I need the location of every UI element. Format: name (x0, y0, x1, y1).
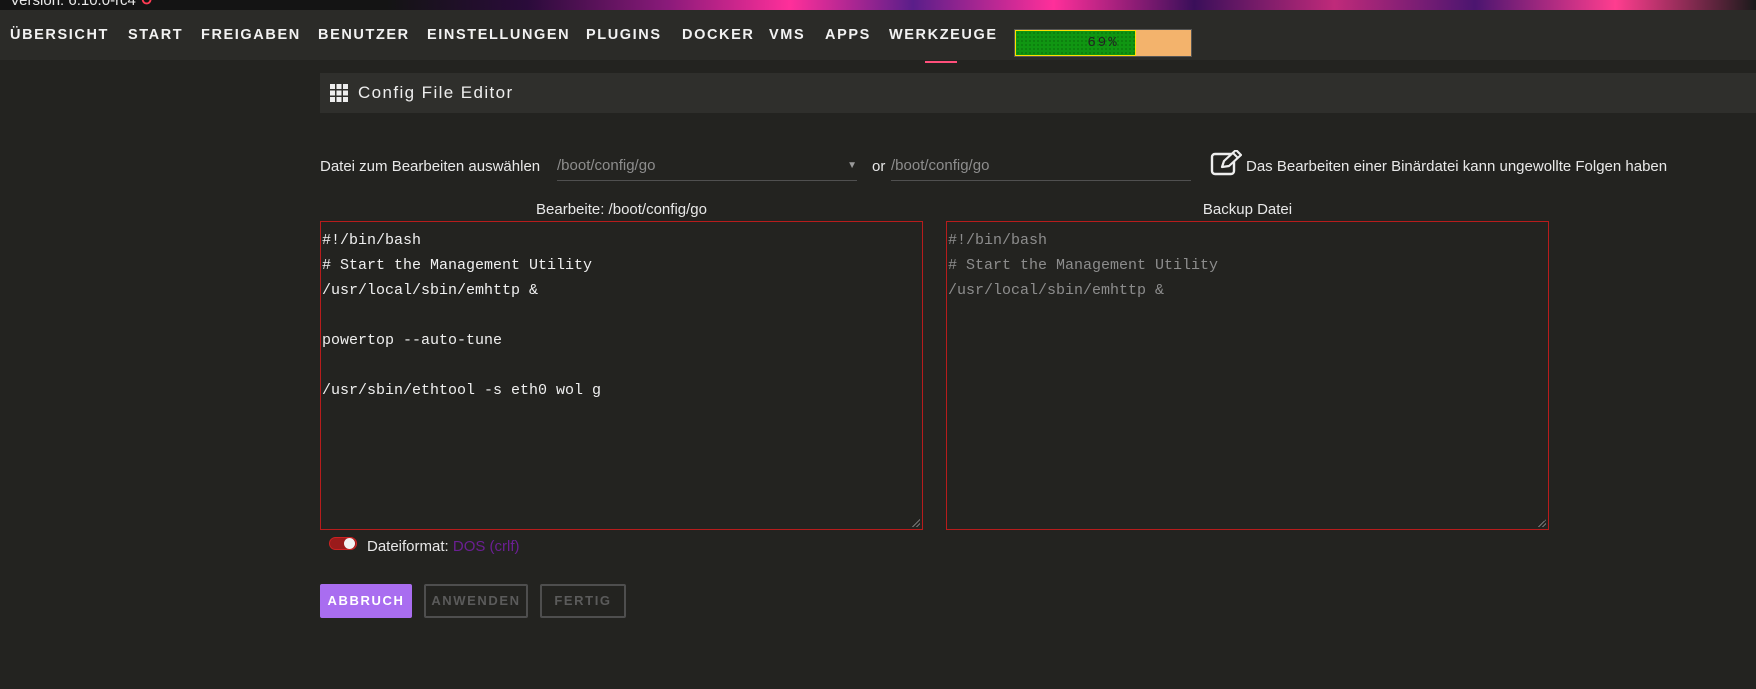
nav-item-uebersicht[interactable]: ÜBERSICHT (10, 27, 109, 43)
config-editor-textarea[interactable]: #!/bin/bash # Start the Management Utili… (320, 221, 923, 530)
grid-icon (330, 84, 348, 102)
resize-handle[interactable] (912, 519, 920, 527)
file-format-value: DOS (crlf) (452, 538, 520, 555)
code-line: /usr/local/sbin/emhttp & (948, 282, 1165, 299)
nav-item-benutzer[interactable]: BENUTZER (318, 27, 410, 43)
nav-item-start[interactable]: START (128, 27, 183, 43)
code-line: # Start the Management Utility (322, 257, 593, 274)
file-path-placeholder: /boot/config/go (891, 157, 990, 174)
file-format-label: Dateiformat: (367, 538, 449, 555)
backup-textarea[interactable]: #!/bin/bash # Start the Management Utili… (946, 221, 1549, 530)
nav-item-freigaben[interactable]: FREIGABEN (201, 27, 301, 43)
cpu-load-meter: 69% (1014, 29, 1192, 57)
edit-icon (1210, 150, 1242, 176)
nav-item-apps[interactable]: APPS (825, 27, 871, 43)
code-line: /usr/sbin/ethtool -s eth0 wol g (322, 382, 602, 399)
cpu-load-label: 69% (1087, 35, 1119, 51)
code-line: powertop --auto-tune (322, 332, 503, 349)
page-title: Config File Editor (358, 83, 514, 102)
nav-item-vms[interactable]: VMS (769, 27, 805, 43)
apply-button[interactable]: ANWENDEN (424, 584, 528, 618)
file-select-label: Datei zum Bearbeiten auswählen (320, 158, 541, 175)
file-format-row: Dateiformat: DOS (crlf) (367, 538, 520, 555)
chevron-down-icon: ▼ (847, 160, 857, 171)
page-title-bar: Config File Editor (320, 73, 1756, 113)
main-nav: ÜBERSICHT START FREIGABEN BENUTZER EINST… (0, 10, 1756, 63)
editor-content: #!/bin/bash # Start the Management Utili… (321, 228, 601, 403)
cancel-button[interactable]: ABBRUCH (320, 584, 412, 618)
done-button[interactable]: FERTIG (540, 584, 626, 618)
backup-title: Backup Datei (1202, 201, 1293, 218)
file-select-value: /boot/config/go (557, 157, 656, 174)
backup-content: #!/bin/bash # Start the Management Utili… (947, 228, 1218, 303)
file-select-dropdown[interactable]: /boot/config/go ▼ (557, 155, 857, 181)
code-line: #!/bin/bash (948, 232, 1048, 249)
file-path-input[interactable]: /boot/config/go (891, 155, 1191, 181)
code-line: #!/bin/bash (322, 232, 422, 249)
file-format-toggle[interactable] (329, 537, 357, 550)
nav-item-werkzeuge[interactable]: WERKZEUGE (889, 27, 998, 43)
code-line: # Start the Management Utility (948, 257, 1219, 274)
toggle-knob (344, 538, 355, 549)
code-line: /usr/local/sbin/emhttp & (322, 282, 539, 299)
binary-warning-text: Das Bearbeiten einer Binärdatei kann ung… (1246, 158, 1668, 175)
nav-item-einstellungen[interactable]: EINSTELLUNGEN (427, 27, 570, 43)
header-banner (0, 0, 1756, 10)
resize-handle[interactable] (1538, 519, 1546, 527)
version-label: Version: 6.10.0-rc4 ↻ (10, 0, 153, 9)
editor-title: Bearbeite: /boot/config/go (536, 201, 707, 218)
nav-item-docker[interactable]: DOCKER (682, 27, 754, 43)
or-label: or (872, 158, 886, 175)
active-tab-indicator (925, 61, 957, 63)
nav-item-plugins[interactable]: PLUGINS (586, 27, 662, 43)
